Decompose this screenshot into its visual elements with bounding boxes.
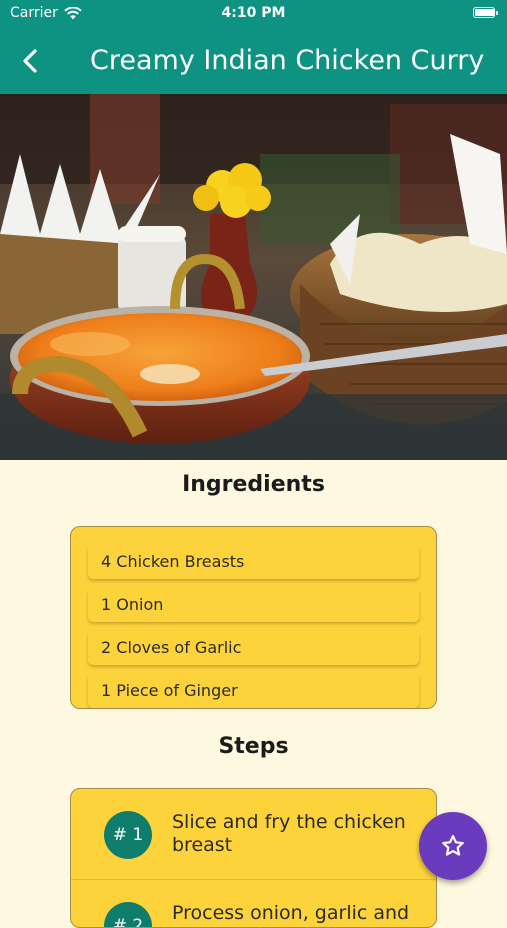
ingredient-item: 4 Chicken Breasts	[88, 545, 419, 579]
recipe-photo	[0, 94, 507, 460]
status-time: 4:10 PM	[221, 5, 286, 21]
app-bar: Creamy Indian Chicken Curry	[0, 28, 507, 94]
recipe-image	[0, 94, 507, 460]
battery-level	[475, 9, 495, 16]
steps-card: # 1 Slice and fry the chicken breast # 2 Pr…	[70, 788, 437, 928]
steps-heading: Steps	[218, 734, 289, 759]
step-number-badge: # 1	[104, 811, 152, 859]
step-row: # 1 Slice and fry the chicken breast	[71, 789, 436, 880]
top-bar: Carrier 4:10 PM Creamy Indian Chicken Cu…	[0, 0, 507, 94]
star-outline-icon	[442, 834, 464, 856]
steps-list: # 1 Slice and fry the chicken breast # 2 Pr…	[71, 789, 436, 927]
step-text: Slice and fry the chicken breast	[172, 811, 406, 856]
ingredient-item: 1 Onion	[88, 588, 419, 622]
step-number-badge: # 2	[104, 902, 152, 927]
back-button[interactable]	[12, 43, 48, 79]
ingredient-item: 2 Cloves of Garlic	[88, 631, 419, 665]
ingredient-item: 1 Piece of Ginger	[88, 674, 419, 708]
ingredients-heading: Ingredients	[182, 472, 325, 497]
step-text: Process onion, garlic and ginger into pa…	[172, 902, 410, 927]
ingredients-card: 4 Chicken Breasts 1 Onion 2 Cloves of Garl…	[70, 526, 437, 709]
ingredients-list: 4 Chicken Breasts 1 Onion 2 Cloves of Garl…	[71, 545, 436, 708]
battery-icon	[473, 7, 498, 18]
favorite-button[interactable]	[419, 812, 487, 880]
chevron-left-icon	[23, 49, 37, 73]
status-right	[473, 7, 498, 18]
page-title: Creamy Indian Chicken Curry	[90, 45, 485, 76]
status-bar: Carrier 4:10 PM	[0, 0, 507, 28]
step-row: # 2 Process onion, garlic and ginger into…	[71, 880, 436, 927]
